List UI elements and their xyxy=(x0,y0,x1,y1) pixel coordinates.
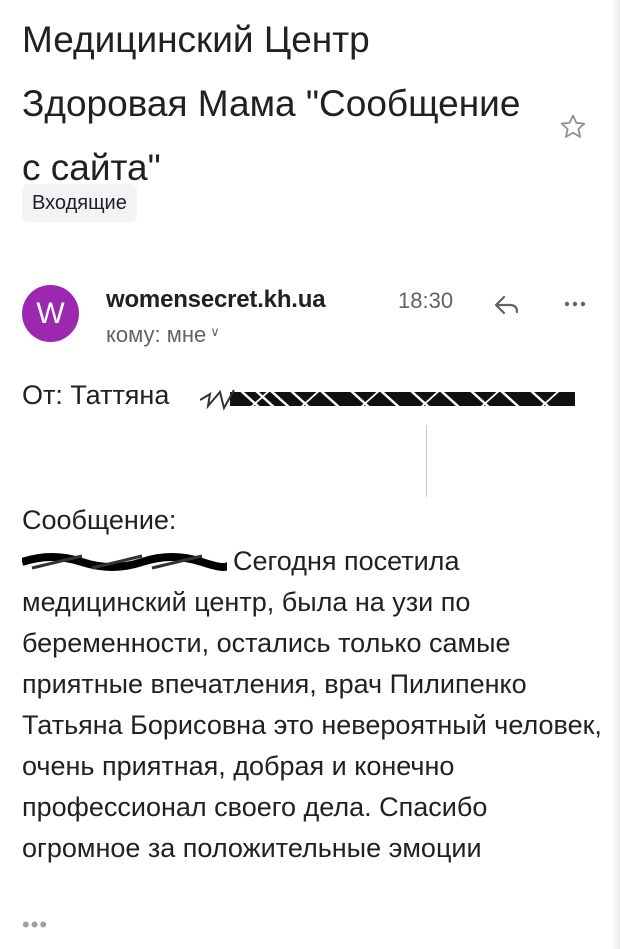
chevron-down-icon: ∨ xyxy=(210,324,220,339)
sender-avatar: W xyxy=(22,285,79,342)
recipient-text: кому: мне xyxy=(106,322,207,347)
star-icon[interactable] xyxy=(558,112,588,142)
sent-time: 18:30 xyxy=(398,288,454,313)
email-subject: Медицинский Центр Здоровая Мама "Сообщен… xyxy=(22,19,521,188)
sender-name: womensecret.kh.ua xyxy=(106,286,326,313)
message-body: Сообщение: Сегодня посетила медицинский … xyxy=(20,500,602,869)
from-line: От: Таттяна xyxy=(22,380,170,410)
redacted-phone-scribble xyxy=(20,545,232,571)
message-label: Сообщение: xyxy=(22,505,177,535)
redacted-email-scribble xyxy=(199,386,575,412)
message-content: Сегодня посетила медицинский центр, была… xyxy=(20,541,602,869)
show-trimmed-content-button[interactable]: ••• xyxy=(22,912,48,938)
recipient-toggle[interactable]: кому: мне ∨ xyxy=(106,322,220,348)
more-options-icon[interactable] xyxy=(560,292,590,316)
reply-icon[interactable] xyxy=(492,292,522,318)
inbox-label-chip[interactable]: Входящие xyxy=(22,184,137,222)
divider-line xyxy=(426,425,427,497)
edge-shadow xyxy=(612,0,620,949)
message-text: Сегодня посетила медицинский центр, была… xyxy=(22,546,602,863)
